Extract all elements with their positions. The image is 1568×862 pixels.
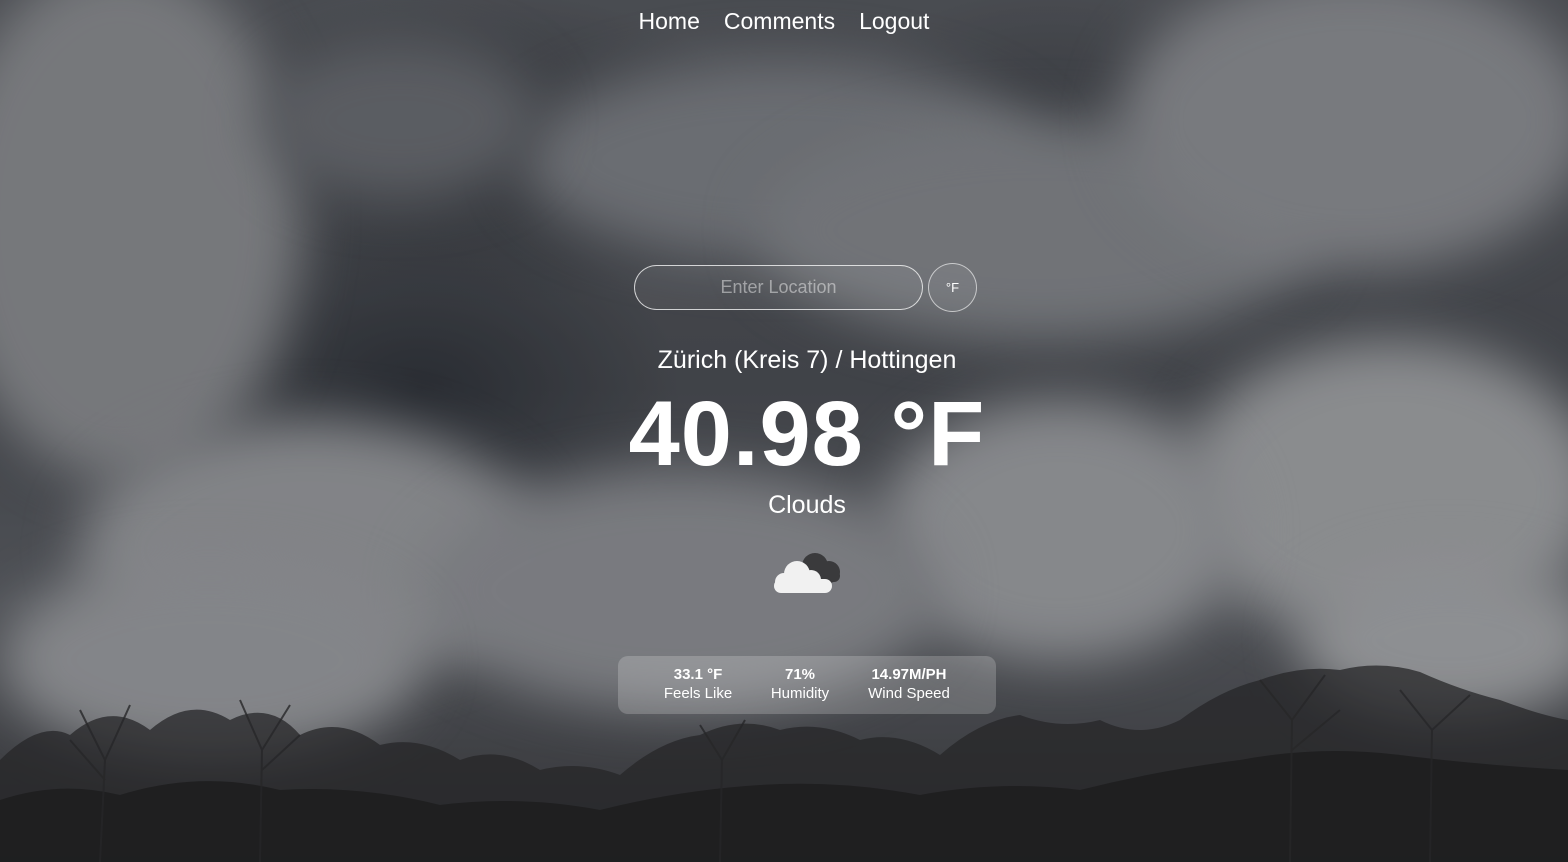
search-bar: °F xyxy=(634,263,977,312)
feels-like-stat: 33.1 °F Feels Like xyxy=(658,665,738,703)
wind-speed-label: Wind Speed xyxy=(868,685,950,702)
wind-speed-value: 14.97M/PH xyxy=(871,666,947,683)
humidity-label: Humidity xyxy=(770,685,830,702)
weather-condition: Clouds xyxy=(768,491,846,519)
location-search-input[interactable] xyxy=(634,265,923,310)
top-nav: Home Comments Logout xyxy=(0,6,1568,36)
nav-comments-link[interactable]: Comments xyxy=(724,6,835,36)
wind-speed-stat: 14.97M/PH Wind Speed xyxy=(862,665,956,703)
feels-like-label: Feels Like xyxy=(663,685,733,702)
unit-toggle-button[interactable]: °F xyxy=(928,263,977,312)
feels-like-value: 33.1 °F xyxy=(673,666,723,683)
nav-logout-link[interactable]: Logout xyxy=(859,6,929,36)
temperature-value: 40.98 °F xyxy=(628,383,986,485)
cloud-icon xyxy=(774,553,840,593)
humidity-stat: 71% Humidity xyxy=(761,665,839,703)
weather-stats-card: 33.1 °F Feels Like 71% Humidity 14.97M/P… xyxy=(618,656,996,714)
nav-home-link[interactable]: Home xyxy=(639,6,700,36)
humidity-value: 71% xyxy=(784,666,816,683)
location-name: Zürich (Kreis 7) / Hottingen xyxy=(657,346,957,374)
